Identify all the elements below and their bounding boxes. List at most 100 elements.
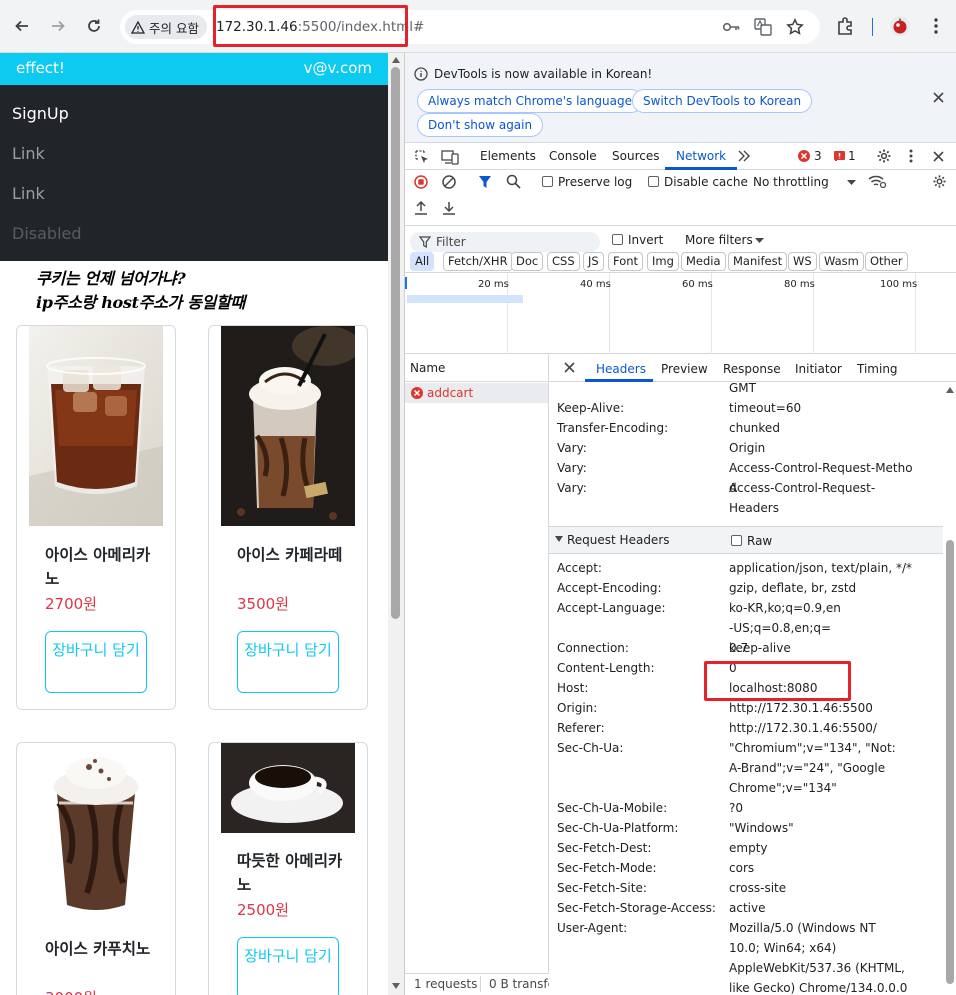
name-column-header[interactable]: Name xyxy=(410,361,445,375)
details-scrollbar[interactable] xyxy=(944,382,956,995)
network-conditions-wifi-icon[interactable] xyxy=(868,174,886,188)
inspect-element-icon[interactable] xyxy=(414,149,430,165)
tab-sources[interactable]: Sources xyxy=(612,149,659,163)
top-header: effect! v@v.com xyxy=(0,53,388,85)
page-scrollbar-thumb[interactable] xyxy=(391,67,400,619)
tab-network[interactable]: Network xyxy=(676,149,726,163)
type-filter-doc[interactable]: Doc xyxy=(511,252,544,271)
type-filter-manifest[interactable]: Manifest xyxy=(728,252,788,271)
type-filter-fetch-xhr[interactable]: Fetch/XHR xyxy=(443,252,513,271)
issue-count[interactable]: 1 xyxy=(848,149,856,163)
export-har-download-icon[interactable] xyxy=(442,201,456,215)
header-key: Vary: xyxy=(557,481,587,495)
header-key: Accept-Encoding: xyxy=(557,581,662,595)
filter-funnel-icon[interactable] xyxy=(478,175,492,189)
type-filter-ws[interactable]: WS xyxy=(788,252,817,271)
raw-checkbox[interactable]: Raw xyxy=(731,534,772,548)
navigation-menu: SignUp Link Link Disabled xyxy=(0,85,388,261)
tab-headers[interactable]: Headers xyxy=(596,362,646,376)
tab-elements[interactable]: Elements xyxy=(480,149,536,163)
type-filter-all[interactable]: All xyxy=(410,252,435,271)
settings-gear-icon[interactable] xyxy=(876,148,892,164)
disable-cache-checkbox[interactable]: Disable cache xyxy=(648,175,748,189)
add-to-cart-button[interactable]: 장바구니 담기 xyxy=(237,631,339,693)
more-tabs-chevron-icon[interactable] xyxy=(737,150,751,162)
add-to-cart-button[interactable]: 장바구니 담기 xyxy=(45,631,147,693)
translate-icon[interactable] xyxy=(754,18,772,36)
header-value: cross-site xyxy=(729,881,787,895)
page-scrollbar[interactable] xyxy=(388,53,404,995)
browser-menu-icon[interactable] xyxy=(924,14,948,38)
header-value: gzip, deflate, br, zstd xyxy=(729,581,857,595)
preserve-log-checkbox[interactable]: Preserve log xyxy=(542,175,632,189)
dont-show-again-button[interactable]: Don't show again xyxy=(417,113,544,137)
details-close-icon[interactable] xyxy=(564,362,575,373)
back-arrow-icon[interactable] xyxy=(10,14,34,38)
tab-console[interactable]: Console xyxy=(549,149,597,163)
infobar-close-icon[interactable] xyxy=(933,92,944,103)
tab-initiator[interactable]: Initiator xyxy=(795,362,842,376)
header-key: Sec-Ch-Ua: xyxy=(557,741,624,755)
search-icon[interactable] xyxy=(506,174,521,189)
switch-to-korean-button[interactable]: Switch DevTools to Korean xyxy=(632,89,813,113)
network-settings-gear-icon[interactable] xyxy=(932,174,947,189)
type-filter-wasm[interactable]: Wasm xyxy=(819,252,864,271)
throttling-select[interactable]: No throttling xyxy=(753,175,829,189)
filter-input[interactable]: Filter xyxy=(410,232,600,252)
record-stop-icon[interactable] xyxy=(414,175,428,189)
network-timeline-overview[interactable]: 20 ms 40 ms 60 ms 80 ms 100 ms xyxy=(405,273,956,354)
tab-timing[interactable]: Timing xyxy=(857,362,898,376)
iced-cafe-latte-image xyxy=(221,326,355,526)
timeline-label: 40 ms xyxy=(580,279,611,290)
more-filters-dropdown[interactable]: More filters xyxy=(685,233,753,247)
type-filter-img[interactable]: Img xyxy=(647,252,679,271)
type-filter-media[interactable]: Media xyxy=(681,252,726,271)
iced-americano-image xyxy=(29,326,163,526)
more-filters-chevron-icon[interactable] xyxy=(755,238,764,243)
type-filter-other[interactable]: Other xyxy=(865,252,908,271)
type-filter-css[interactable]: CSS xyxy=(547,252,580,271)
clear-icon[interactable] xyxy=(442,175,456,189)
forward-arrow-icon[interactable] xyxy=(46,14,70,38)
security-warning-chip[interactable]: 주의 요함 xyxy=(125,15,207,39)
profile-avatar[interactable] xyxy=(888,14,912,38)
chevron-down-icon[interactable] xyxy=(847,180,856,185)
scroll-down-arrow-icon[interactable] xyxy=(392,983,400,989)
brand-link[interactable]: effect! xyxy=(16,59,65,77)
type-filter-js[interactable]: JS xyxy=(583,252,604,271)
extensions-puzzle-icon[interactable] xyxy=(834,14,858,38)
header-value: Origin xyxy=(729,441,766,455)
nav-signup[interactable]: SignUp xyxy=(12,104,69,123)
key-icon[interactable] xyxy=(722,19,740,35)
add-to-cart-button[interactable]: 장바구니 담기 xyxy=(237,937,339,995)
details-scrollbar-thumb[interactable] xyxy=(946,540,954,984)
product-title: 따듯한 아메리카노 xyxy=(237,852,343,894)
browser-toolbar: 주의 요함 172.30.1.46:5500/index.html# xyxy=(0,0,956,53)
issue-flag-icon[interactable] xyxy=(834,150,846,162)
match-language-button[interactable]: Always match Chrome's language xyxy=(417,89,643,113)
import-har-upload-icon[interactable] xyxy=(414,201,428,215)
collapse-triangle-icon[interactable] xyxy=(555,536,563,542)
bookmark-star-icon[interactable] xyxy=(786,18,804,36)
nav-link-1[interactable]: Link xyxy=(12,144,45,163)
address-bar[interactable]: 주의 요함 172.30.1.46:5500/index.html# xyxy=(120,5,820,47)
error-count[interactable]: 3 xyxy=(814,149,822,163)
timeline-start-marker xyxy=(405,277,407,289)
error-x-icon[interactable] xyxy=(798,150,810,162)
tab-response[interactable]: Response xyxy=(723,362,781,376)
header-key: Sec-Fetch-Dest: xyxy=(557,841,652,855)
invert-checkbox[interactable]: Invert xyxy=(612,233,663,247)
devtools-menu-icon[interactable] xyxy=(909,149,913,163)
language-infobar: DevTools is now available in Korean! Alw… xyxy=(405,53,956,143)
header-divider xyxy=(405,381,548,382)
devtools-close-icon[interactable] xyxy=(933,151,944,162)
reload-icon[interactable] xyxy=(82,14,106,38)
details-scroll-up-icon[interactable] xyxy=(946,387,954,393)
network-status-bar: 1 requests 0 B transfe xyxy=(405,973,549,995)
nav-link-2[interactable]: Link xyxy=(12,184,45,203)
type-filter-font[interactable]: Font xyxy=(608,252,644,271)
request-name[interactable]: addcart xyxy=(427,386,473,400)
device-toolbar-icon[interactable] xyxy=(441,149,459,165)
tab-preview[interactable]: Preview xyxy=(661,362,708,376)
scroll-up-arrow-icon[interactable] xyxy=(392,57,400,63)
